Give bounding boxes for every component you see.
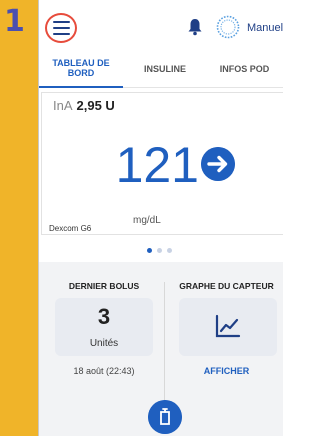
- tab-dashboard[interactable]: TABLEAU DE BORD: [39, 50, 123, 88]
- tab-pod-info[interactable]: INFOS POD: [205, 50, 283, 88]
- page-dot[interactable]: [157, 248, 162, 253]
- last-bolus-unit: Unités: [89, 338, 119, 349]
- panel-divider: [164, 282, 165, 402]
- mode-label[interactable]: Manuel: [247, 22, 283, 34]
- insulin-on-board: InA 2,95 U: [53, 98, 115, 113]
- sensor-graph-view-link[interactable]: AFFICHER: [169, 366, 283, 376]
- pod-status-icon[interactable]: [216, 15, 240, 39]
- step-number: 1: [4, 4, 25, 39]
- iob-label: InA: [53, 98, 73, 113]
- bolus-pod-icon[interactable]: [148, 400, 182, 434]
- page-dot[interactable]: [147, 248, 152, 253]
- tab-insulin[interactable]: INSULINE: [125, 50, 205, 88]
- last-bolus-date: 18 août (22:43): [73, 366, 135, 376]
- tab-bar: TABLEAU DE BORD INSULINE INFOS POD: [39, 50, 283, 88]
- bell-icon[interactable]: [187, 18, 203, 36]
- arrow-right-icon: [201, 147, 235, 181]
- annotation-sidebar: 1: [0, 0, 38, 436]
- line-chart-icon: [215, 314, 241, 338]
- hamburger-menu-icon[interactable]: [53, 21, 70, 35]
- sensor-graph-title: GRAPHE DU CAPTEUR: [179, 281, 274, 291]
- sensor-name: Dexcom G6: [49, 224, 92, 233]
- last-bolus-title: DERNIER BOLUS: [68, 281, 140, 291]
- glucose-unit: mg/dL: [133, 215, 161, 226]
- page-dot[interactable]: [167, 248, 172, 253]
- app-screen: Manuel TABLEAU DE BORD INSULINE INFOS PO…: [38, 0, 283, 436]
- last-bolus-value: 3: [97, 304, 111, 329]
- iob-value: 2,95 U: [76, 98, 115, 113]
- top-bar: Manuel: [39, 0, 283, 50]
- glucose-value: 121: [115, 137, 199, 193]
